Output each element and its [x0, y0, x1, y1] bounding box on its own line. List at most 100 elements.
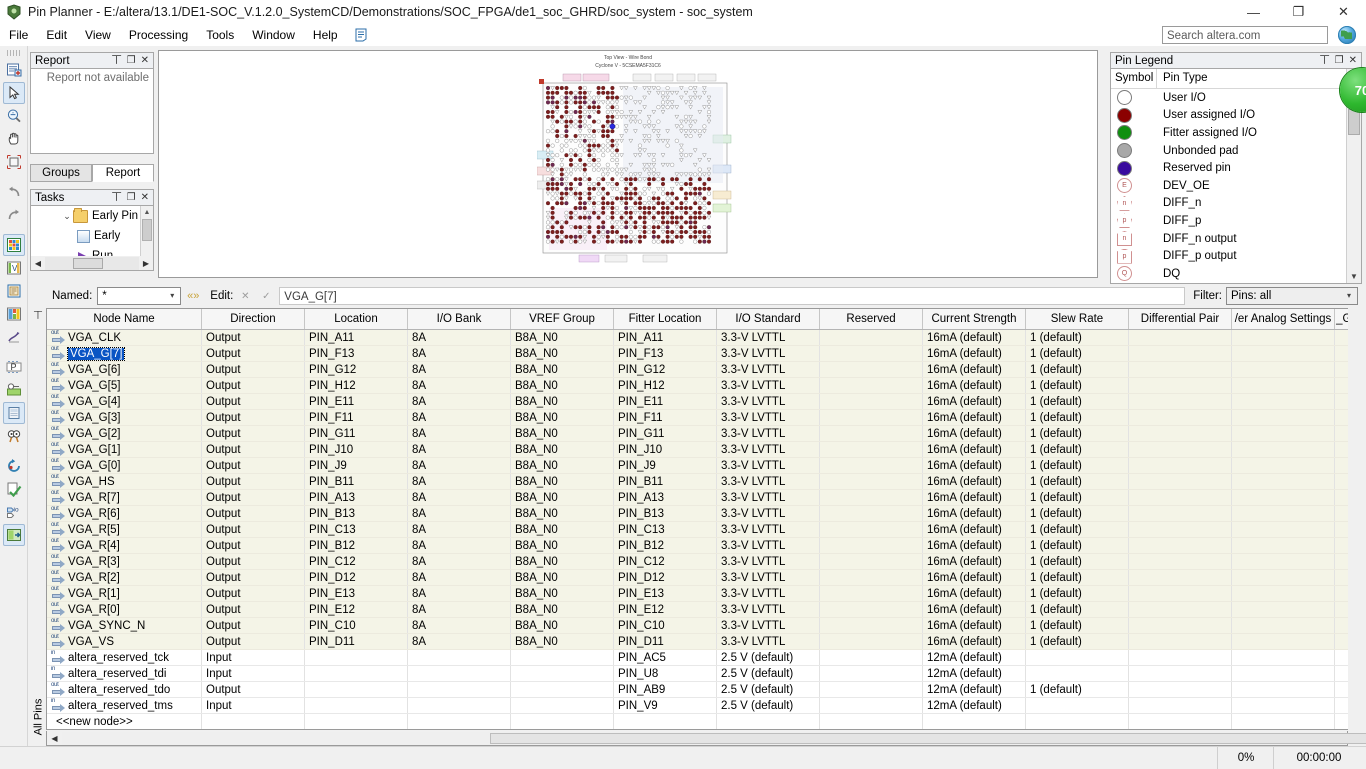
cell-location[interactable]: PIN_J9	[305, 458, 408, 474]
cell-reserved[interactable]	[820, 362, 923, 378]
tab-report[interactable]: Report	[92, 164, 154, 182]
cell-analog-settings[interactable]	[1232, 650, 1335, 666]
menu-tools[interactable]: Tools	[197, 26, 243, 44]
cell-reserved[interactable]	[820, 682, 923, 698]
cell-slew-rate[interactable]	[1026, 698, 1129, 714]
cell-location[interactable]: PIN_J10	[305, 442, 408, 458]
edit-accept-icon[interactable]: ✓	[257, 287, 275, 305]
cell-analog-settings[interactable]	[1232, 426, 1335, 442]
cell-direction[interactable]: Output	[202, 394, 305, 410]
filter-combo[interactable]: Pins: all ▾	[1226, 287, 1358, 305]
table-row[interactable]: outVGA_R[3]OutputPIN_C128AB8A_N0PIN_C123…	[47, 554, 1366, 570]
cell-reserved[interactable]	[820, 458, 923, 474]
cell-location[interactable]: PIN_G11	[305, 426, 408, 442]
column-header-direction[interactable]: Direction	[202, 309, 305, 330]
column-header-location[interactable]: Location	[305, 309, 408, 330]
cell-current-strength[interactable]: 16mA (default)	[923, 554, 1026, 570]
cell-differential-pair[interactable]	[1129, 586, 1232, 602]
cell-analog-settings[interactable]	[1232, 538, 1335, 554]
cell-io-standard[interactable]: 3.3-V LVTTL	[717, 634, 820, 650]
cell-node-name[interactable]: outVGA_R[2]	[47, 570, 202, 586]
cell-analog-settings[interactable]	[1232, 522, 1335, 538]
cell-differential-pair[interactable]	[1129, 474, 1232, 490]
cell-io-standard[interactable]: 3.3-V LVTTL	[717, 346, 820, 362]
cell-analog-settings[interactable]	[1232, 698, 1335, 714]
cell-current-strength[interactable]: 16mA (default)	[923, 522, 1026, 538]
cell-slew-rate[interactable]: 1 (default)	[1026, 378, 1129, 394]
table-row[interactable]: outVGA_G[0]OutputPIN_J98AB8A_N0PIN_J93.3…	[47, 458, 1366, 474]
cell-differential-pair[interactable]	[1129, 618, 1232, 634]
cell-current-strength[interactable]: 16mA (default)	[923, 490, 1026, 506]
cell-current-strength[interactable]: 16mA (default)	[923, 602, 1026, 618]
cell-io-bank[interactable]	[408, 682, 511, 698]
cell-location[interactable]: PIN_H12	[305, 378, 408, 394]
menu-view[interactable]: View	[76, 26, 120, 44]
cell-differential-pair[interactable]	[1129, 426, 1232, 442]
column-header-vref-group[interactable]: VREF Group	[511, 309, 614, 330]
cell-slew-rate[interactable]: 1 (default)	[1026, 506, 1129, 522]
cell-vref-group[interactable]: B8A_N0	[511, 570, 614, 586]
cell-vref-group[interactable]: B8A_N0	[511, 346, 614, 362]
cell-io-bank[interactable]: 8A	[408, 506, 511, 522]
cell-vref-group[interactable]: B8A_N0	[511, 506, 614, 522]
cell-io-standard[interactable]: 3.3-V LVTTL	[717, 442, 820, 458]
cell-io-bank[interactable]: 8A	[408, 522, 511, 538]
cell-current-strength[interactable]: 16mA (default)	[923, 570, 1026, 586]
cell-reserved[interactable]	[820, 522, 923, 538]
cell-direction[interactable]: Output	[202, 554, 305, 570]
cell-io-bank[interactable]	[408, 714, 511, 730]
cell-direction[interactable]: Output	[202, 602, 305, 618]
refresh-icon[interactable]	[3, 455, 25, 477]
cell-io-standard[interactable]: 3.3-V LVTTL	[717, 378, 820, 394]
cell-io-bank[interactable]	[408, 666, 511, 682]
cell-direction[interactable]: Output	[202, 346, 305, 362]
cell-node-name[interactable]: outVGA_R[1]	[47, 586, 202, 602]
cell-direction[interactable]: Input	[202, 698, 305, 714]
table-hscroll-thumb[interactable]	[490, 733, 1366, 744]
table-row[interactable]: inaltera_reserved_tckInputPIN_AC52.5 V (…	[47, 650, 1366, 666]
cell-differential-pair[interactable]	[1129, 522, 1232, 538]
cell-io-bank[interactable]: 8A	[408, 618, 511, 634]
cell-io-bank[interactable]: 8A	[408, 410, 511, 426]
cell-slew-rate[interactable]: 1 (default)	[1026, 538, 1129, 554]
cell-differential-pair[interactable]	[1129, 394, 1232, 410]
cell-node-name[interactable]: outVGA_R[0]	[47, 602, 202, 618]
cell-node-name[interactable]: outaltera_reserved_tdo	[47, 682, 202, 698]
cell-location[interactable]	[305, 682, 408, 698]
pan-hand-icon[interactable]	[3, 128, 25, 150]
cell-io-standard[interactable]: 3.3-V LVTTL	[717, 538, 820, 554]
notes-icon[interactable]	[353, 27, 369, 43]
cell-node-name[interactable]: outVGA_G[2]	[47, 426, 202, 442]
tasks-hscroll-right-icon[interactable]: ▶	[139, 259, 153, 268]
cell-reserved[interactable]	[820, 570, 923, 586]
cell-fitter-location[interactable]: PIN_F11	[614, 410, 717, 426]
cell-analog-settings[interactable]	[1232, 554, 1335, 570]
cell-vref-group[interactable]: B8A_N0	[511, 394, 614, 410]
cell-current-strength[interactable]: 16mA (default)	[923, 458, 1026, 474]
cell-vref-group[interactable]	[511, 682, 614, 698]
cell-differential-pair[interactable]	[1129, 698, 1232, 714]
cell-analog-settings[interactable]	[1232, 490, 1335, 506]
cell-io-bank[interactable]: 8A	[408, 490, 511, 506]
cell-slew-rate[interactable]: 1 (default)	[1026, 426, 1129, 442]
cell-differential-pair[interactable]	[1129, 634, 1232, 650]
cell-fitter-location[interactable]: PIN_E11	[614, 394, 717, 410]
cell-node-name[interactable]: inaltera_reserved_tms	[47, 698, 202, 714]
column-header-slew-rate[interactable]: Slew Rate	[1026, 309, 1129, 330]
tasks-horizontal-scrollbar[interactable]: ◀ ▶	[30, 256, 154, 271]
cell-reserved[interactable]	[820, 586, 923, 602]
cell-differential-pair[interactable]	[1129, 458, 1232, 474]
cell-differential-pair[interactable]	[1129, 410, 1232, 426]
cell-direction[interactable]: Output	[202, 362, 305, 378]
cell-node-name[interactable]: outVGA_G[0]	[47, 458, 202, 474]
cell-slew-rate[interactable]: 1 (default)	[1026, 618, 1129, 634]
cell-analog-settings[interactable]	[1232, 474, 1335, 490]
column-header-fitter-location[interactable]: Fitter Location	[614, 309, 717, 330]
cell-analog-settings[interactable]	[1232, 586, 1335, 602]
cell-slew-rate[interactable]: 1 (default)	[1026, 474, 1129, 490]
cell-io-standard[interactable]: 3.3-V LVTTL	[717, 522, 820, 538]
cell-analog-settings[interactable]	[1232, 602, 1335, 618]
cell-io-standard[interactable]: 2.5 V (default)	[717, 682, 820, 698]
table-row[interactable]: outVGA_G[1]OutputPIN_J108AB8A_N0PIN_J103…	[47, 442, 1366, 458]
cell-reserved[interactable]	[820, 346, 923, 362]
